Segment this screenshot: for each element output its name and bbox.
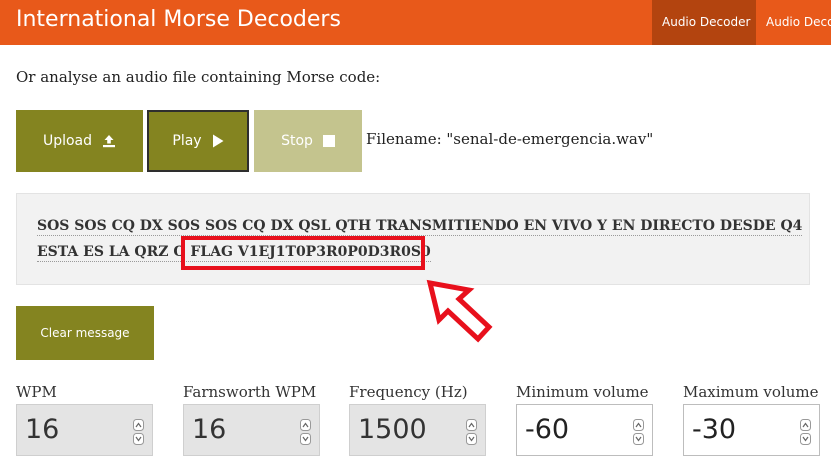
- frequency-value: 1500: [358, 414, 427, 445]
- play-button[interactable]: Play: [147, 110, 249, 172]
- wpm-value: 16: [25, 414, 60, 445]
- clear-message-button[interactable]: Clear message: [16, 306, 154, 360]
- maximum-volume-value: -30: [692, 414, 737, 445]
- upload-label: Upload: [42, 133, 93, 149]
- minimum-volume-input[interactable]: -60: [516, 404, 653, 456]
- minimum-volume-value: -60: [525, 414, 570, 445]
- upload-icon: [102, 134, 116, 148]
- filename-text: Filename: "senal-de-emergencia.wav": [366, 130, 654, 148]
- wpm-spinner-icon[interactable]: [133, 419, 144, 445]
- decoded-message-box: SOS SOS CQ DX SOS SOS CQ DX QSL QTH TRAN…: [16, 193, 810, 285]
- frequency-input[interactable]: 1500: [349, 404, 486, 456]
- app-header: International Morse Decoders Audio Decod…: [0, 0, 831, 45]
- frequency-spinner-icon[interactable]: [466, 419, 477, 445]
- minimum-volume-label: Minimum volume: [516, 383, 649, 401]
- maximum-volume-label: Maximum volume: [683, 383, 819, 401]
- tab-audio-decoder[interactable]: Audio Decoder: [652, 0, 756, 45]
- stop-label: Stop: [281, 133, 313, 149]
- farnsworth-spinner-icon[interactable]: [300, 419, 311, 445]
- wpm-label: WPM: [16, 383, 57, 401]
- maximum-volume-input[interactable]: -30: [683, 404, 820, 456]
- wpm-input[interactable]: 16: [16, 404, 153, 456]
- minimum-volume-spinner-icon[interactable]: [633, 419, 644, 445]
- maximum-volume-spinner-icon[interactable]: [800, 419, 811, 445]
- tab-audio-decoder-2[interactable]: Audio Decoder: [756, 0, 831, 45]
- farnsworth-wpm-input[interactable]: 16: [183, 404, 320, 456]
- farnsworth-wpm-value: 16: [192, 414, 227, 445]
- play-label: Play: [172, 133, 202, 149]
- frequency-label: Frequency (Hz): [349, 383, 468, 401]
- stop-button[interactable]: Stop: [254, 110, 362, 172]
- intro-text: Or analyse an audio file containing Mors…: [16, 68, 381, 86]
- app-title: International Morse Decoders: [16, 7, 341, 32]
- upload-button[interactable]: Upload: [16, 110, 143, 172]
- farnsworth-wpm-label: Farnsworth WPM: [183, 383, 317, 401]
- message-line-1: SOS SOS CQ DX SOS SOS CQ DX QSL QTH TRAN…: [37, 218, 803, 236]
- stop-icon: [322, 135, 335, 147]
- annotation-arrow-icon: [426, 279, 493, 343]
- play-icon: [212, 134, 224, 148]
- flag-highlight-box: [181, 236, 425, 270]
- message-line-2-prefix: ESTA ES LA QRZ O: [37, 244, 186, 260]
